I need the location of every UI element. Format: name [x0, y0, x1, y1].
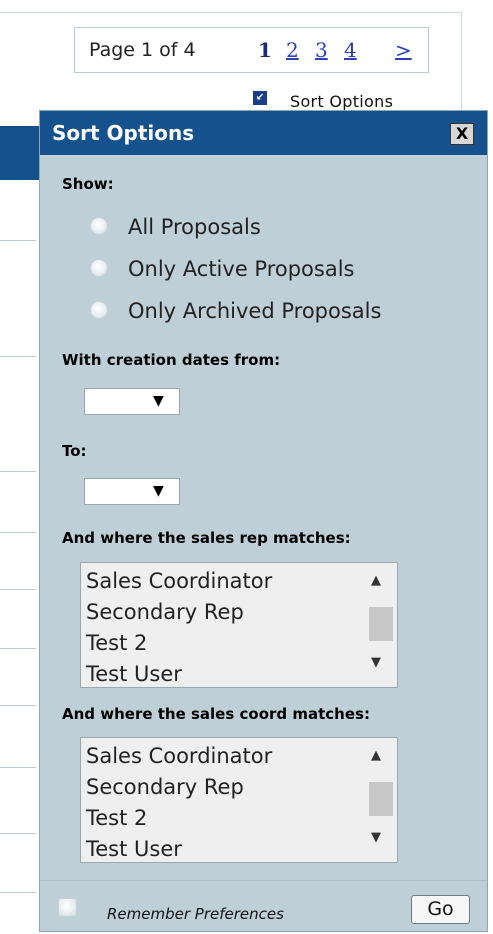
- pagination-page-2-link[interactable]: 2: [286, 38, 299, 62]
- pagination-next-link[interactable]: >: [395, 38, 412, 62]
- row-divider: [0, 767, 36, 768]
- page-top-border: [0, 12, 462, 13]
- table-header-bar: [0, 126, 40, 180]
- scroll-down-icon[interactable]: ▼: [371, 830, 381, 845]
- remember-preferences-label: Remember Preferences: [107, 905, 284, 923]
- go-button[interactable]: Go: [411, 895, 470, 924]
- row-divider: [0, 648, 36, 649]
- list-item[interactable]: Test 2: [86, 631, 147, 655]
- from-date-label: With creation dates from:: [62, 351, 281, 369]
- row-divider: [0, 532, 36, 533]
- list-item[interactable]: Test 2: [86, 806, 147, 830]
- panel-header: Sort Options X: [40, 111, 487, 155]
- radio-label: Only Active Proposals: [128, 257, 355, 281]
- sales-rep-label: And where the sales rep matches:: [62, 529, 351, 547]
- sort-options-icon[interactable]: ↙: [253, 91, 267, 105]
- pagination-current-page: 1: [258, 38, 272, 62]
- radio-button[interactable]: [90, 217, 108, 235]
- list-item[interactable]: Test User: [86, 662, 182, 686]
- list-item[interactable]: Sales Coordinator: [86, 744, 272, 768]
- to-date-select[interactable]: ▼: [84, 478, 180, 505]
- panel-title: Sort Options: [52, 121, 195, 145]
- footer-divider: [40, 880, 487, 881]
- row-divider: [0, 705, 36, 706]
- radio-button[interactable]: [90, 259, 108, 277]
- row-divider: [0, 892, 36, 893]
- scroll-up-icon[interactable]: ▲: [371, 748, 381, 763]
- pagination-label: Page 1 of 4: [89, 39, 196, 61]
- pagination: Page 1 of 4 1 2 3 4 >: [74, 27, 429, 73]
- list-item[interactable]: Secondary Rep: [86, 775, 244, 799]
- list-item[interactable]: Sales Coordinator: [86, 569, 272, 593]
- scroll-up-icon[interactable]: ▲: [371, 573, 381, 588]
- from-date-select[interactable]: ▼: [84, 388, 180, 415]
- radio-label: Only Archived Proposals: [128, 299, 382, 323]
- sort-options-link[interactable]: Sort Options: [290, 92, 393, 111]
- remember-preferences-checkbox[interactable]: [58, 898, 77, 917]
- sales-coord-label: And where the sales coord matches:: [62, 705, 370, 723]
- row-divider: [0, 471, 36, 472]
- scrollbar-thumb[interactable]: [369, 607, 393, 641]
- radio-button[interactable]: [90, 301, 108, 319]
- row-divider: [0, 833, 36, 834]
- to-date-label: To:: [62, 442, 87, 460]
- show-label: Show:: [62, 175, 114, 193]
- list-item[interactable]: Secondary Rep: [86, 600, 244, 624]
- dropdown-arrow-icon: ▼: [153, 393, 164, 409]
- radio-label: All Proposals: [128, 215, 261, 239]
- row-divider: [0, 356, 36, 357]
- list-item[interactable]: Test User: [86, 837, 182, 861]
- page-right-border: [461, 12, 462, 122]
- pagination-page-3-link[interactable]: 3: [315, 38, 328, 62]
- sales-coord-listbox[interactable]: Sales Coordinator Secondary Rep Test 2 T…: [80, 737, 398, 863]
- scrollbar-thumb[interactable]: [369, 782, 393, 816]
- dropdown-arrow-icon: ▼: [153, 483, 164, 499]
- row-divider: [0, 240, 36, 241]
- scroll-down-icon[interactable]: ▼: [371, 655, 381, 670]
- sort-options-panel: Sort Options X Show: All Proposals Only …: [39, 110, 488, 932]
- pagination-page-4-link[interactable]: 4: [344, 38, 357, 62]
- row-divider: [0, 589, 36, 590]
- sales-rep-listbox[interactable]: Sales Coordinator Secondary Rep Test 2 T…: [80, 562, 398, 688]
- close-button[interactable]: X: [450, 123, 474, 145]
